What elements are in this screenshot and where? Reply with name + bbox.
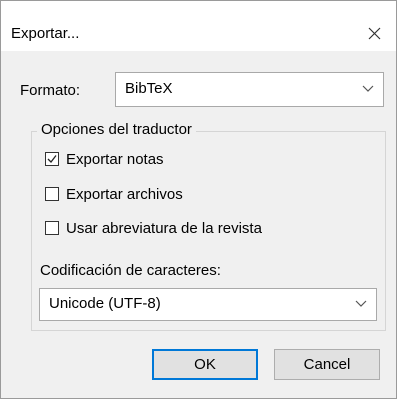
encoding-select-value: Unicode (UTF-8) — [49, 295, 161, 312]
encoding-select[interactable]: Unicode (UTF-8) — [39, 288, 377, 321]
chevron-down-icon — [355, 300, 367, 307]
export-notes-checkbox[interactable] — [45, 152, 59, 166]
ok-button[interactable]: OK — [152, 349, 258, 380]
export-files-label: Exportar archivos — [66, 186, 183, 203]
export-notes-label: Exportar notas — [66, 151, 164, 168]
close-icon — [368, 27, 381, 40]
export-dialog: Exportar... Formato: BibTeX Opciones del… — [0, 0, 397, 399]
dialog-content: Formato: BibTeX Opciones del traductor E… — [1, 51, 396, 398]
checkmark-icon — [47, 155, 57, 163]
cancel-button[interactable]: Cancel — [274, 349, 380, 380]
close-button[interactable] — [352, 19, 396, 49]
format-select[interactable]: BibTeX — [115, 72, 384, 107]
chevron-down-icon — [362, 85, 374, 92]
journal-abbreviation-checkbox[interactable] — [45, 221, 59, 235]
format-select-value: BibTeX — [125, 80, 173, 97]
encoding-label: Codificación de caracteres: — [40, 262, 221, 279]
export-files-checkbox[interactable] — [45, 187, 59, 201]
format-label: Formato: — [20, 82, 81, 99]
journal-abbreviation-label: Usar abreviatura de la revista — [66, 220, 262, 237]
title-bar: Exportar... — [1, 1, 396, 51]
window-title: Exportar... — [11, 25, 80, 42]
translator-options-title: Opciones del traductor — [37, 121, 196, 139]
